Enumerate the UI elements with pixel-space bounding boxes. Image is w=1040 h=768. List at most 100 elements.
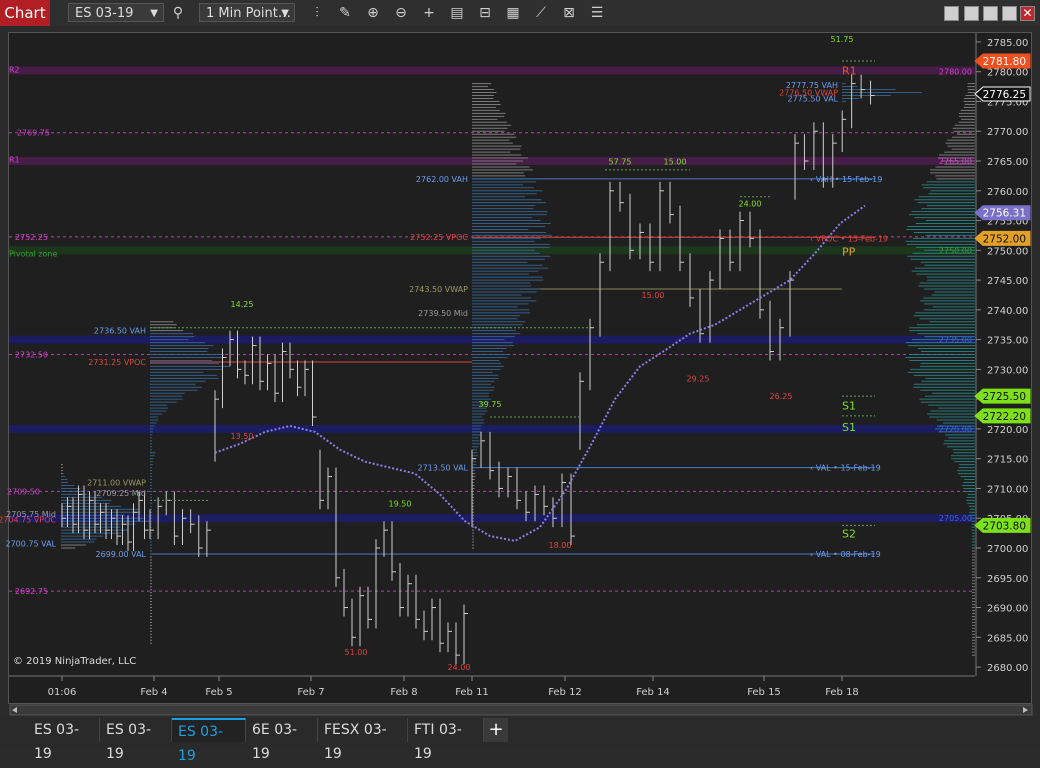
level-label: 2752.25 [15, 233, 48, 242]
swing-label: 15.00 [642, 291, 665, 300]
copyright-text: © 2019 NinjaTrader, LLC [13, 656, 136, 667]
time-tick-label: Feb 15 [747, 687, 781, 698]
time-tick-label: 01:06 [48, 687, 77, 698]
price-tick-label: 2720.00 [987, 425, 1028, 436]
level-label: 2780.00 [939, 68, 972, 77]
price-tick-label: 2770.00 [987, 127, 1028, 138]
level-label: 2739.50 Mid [418, 309, 468, 318]
level-label: 2743.50 VWAP [409, 285, 468, 294]
swing-label: 15.00 [664, 158, 687, 167]
price-tick-label: 2730.00 [987, 365, 1028, 376]
price-tick-label: 2695.00 [987, 574, 1028, 585]
level-label: 2713.50 VAL [417, 464, 468, 473]
instrument-tab[interactable]: ES 03-19 [100, 718, 172, 762]
swing-label: 14.25 [231, 300, 254, 309]
swing-label: 13.50 [231, 432, 254, 441]
level-label: 2700.75 VAL [5, 540, 56, 549]
price-tick-label: 2690.00 [987, 604, 1028, 615]
pivot-label: PP [842, 246, 856, 259]
pivot-band [9, 66, 975, 75]
level-label: 2705.00 [939, 514, 972, 523]
session-annotation: ‹ VAH • 15-Feb-19 [810, 175, 882, 184]
instrument-tab[interactable]: ES 03-19 [28, 718, 100, 762]
swing-label: 18.00 [549, 541, 572, 550]
price-bars [471, 431, 575, 546]
time-tick-label: Feb 18 [825, 687, 859, 698]
volume-profile [150, 452, 156, 644]
level-label: 2709.50 [7, 487, 40, 496]
price-tick-label: 2745.00 [987, 276, 1028, 287]
level-label: 2709.25 Mid [96, 489, 146, 498]
price-tick-label: 2760.00 [987, 187, 1028, 198]
time-tick-label: Feb 8 [390, 687, 417, 698]
volume-profile-right [905, 83, 975, 656]
swing-label: 39.75 [479, 400, 502, 409]
swing-label: 26.25 [770, 392, 793, 401]
price-bars [149, 491, 211, 557]
time-tick-label: Feb 12 [548, 687, 582, 698]
swing-label: 29.25 [687, 374, 710, 383]
price-tick-label: 2750.00 [987, 246, 1028, 257]
instrument-tab[interactable]: 6E 03-19 [246, 718, 318, 762]
session-annotation: ‹ VAL • 15-Feb-19 [810, 464, 881, 473]
pivot-label: S1 [842, 400, 856, 413]
level-label: 2765.00 [939, 157, 972, 166]
instrument-tab-active[interactable]: ES 03-19 [172, 718, 246, 764]
price-bars [214, 330, 317, 462]
price-bars [319, 449, 468, 665]
volume-profile [472, 83, 552, 549]
pivot-label: R1 [9, 156, 20, 165]
price-tick-label: 2700.00 [987, 544, 1028, 555]
level-label: 2762.00 VAH [416, 175, 468, 184]
price-tag-label: 2725.50 [983, 391, 1026, 403]
price-tag-label: 2752.00 [983, 233, 1026, 245]
pivot-label: S2 [842, 528, 856, 541]
swing-label: 51.00 [345, 648, 368, 657]
volume-profile [61, 464, 150, 549]
level-label: 2736.50 VAH [94, 327, 146, 336]
time-tick-label: Feb 7 [297, 687, 324, 698]
level-label: 2735.00 [939, 336, 972, 345]
level-label: 2692.75 [15, 587, 48, 596]
level-label: 2750.00 [939, 246, 972, 255]
price-tag-label: 2703.80 [983, 520, 1026, 532]
price-tick-label: 2765.00 [987, 157, 1028, 168]
time-tick-label: Feb 14 [636, 687, 670, 698]
instrument-tab[interactable]: FESX 03-19 [318, 718, 408, 762]
horizontal-scrollbar [9, 704, 1033, 716]
instrument-tab[interactable]: FTI 03-19 [408, 718, 484, 762]
price-tick-label: 2715.00 [987, 455, 1028, 466]
session-annotation: ‹ VAL • 08-Feb-19 [810, 550, 881, 559]
pivot-label: R1 [842, 65, 857, 78]
swing-label: 24.00 [739, 199, 762, 208]
price-tick-label: 2680.00 [987, 663, 1028, 674]
instrument-tab-bar: ES 03-19 ES 03-19 ES 03-19 6E 03-19 FESX… [0, 716, 1040, 764]
pivot-label: Pivotal zone [9, 250, 57, 259]
price-tag-label: 2781.80 [983, 56, 1026, 68]
level-label: 2732.50 [15, 351, 48, 360]
price-tag-label: 2722.20 [983, 411, 1026, 423]
price-tick-label: 2785.00 [987, 38, 1028, 49]
price-tick-label: 2735.00 [987, 336, 1028, 347]
time-tick-label: Feb 4 [140, 687, 167, 698]
price-tick-label: 2685.00 [987, 633, 1028, 644]
pivot-band [9, 514, 975, 523]
volume-profile [842, 83, 922, 102]
session-annotation: ‹ VPOC • 15-Feb-19 [810, 234, 888, 243]
swing-label: 24.00 [448, 663, 471, 672]
pivot-label: S1 [842, 421, 856, 434]
level-label: 2752.25 VPOC [410, 233, 468, 242]
price-tick-label: 2780.00 [987, 68, 1028, 79]
price-chart[interactable]: 2769.75 2752.25 2732.50 2692.75 2762.00 VAH 2… [0, 0, 1040, 716]
add-tab-button[interactable]: + [484, 718, 508, 742]
price-axis [975, 33, 981, 676]
price-bars [579, 181, 794, 450]
pivot-label: R2 [9, 66, 20, 75]
price-tag-label: 2756.31 [983, 208, 1026, 220]
level-label: 2711.00 VWAP [87, 479, 146, 488]
level-label: 2775.50 VAL [787, 94, 838, 103]
level-label: 2769.75 [17, 129, 50, 138]
level-label: 2720.00 [939, 425, 972, 434]
level-label: 2705.75 Mid [6, 510, 56, 519]
price-tick-label: 2740.00 [987, 306, 1028, 317]
